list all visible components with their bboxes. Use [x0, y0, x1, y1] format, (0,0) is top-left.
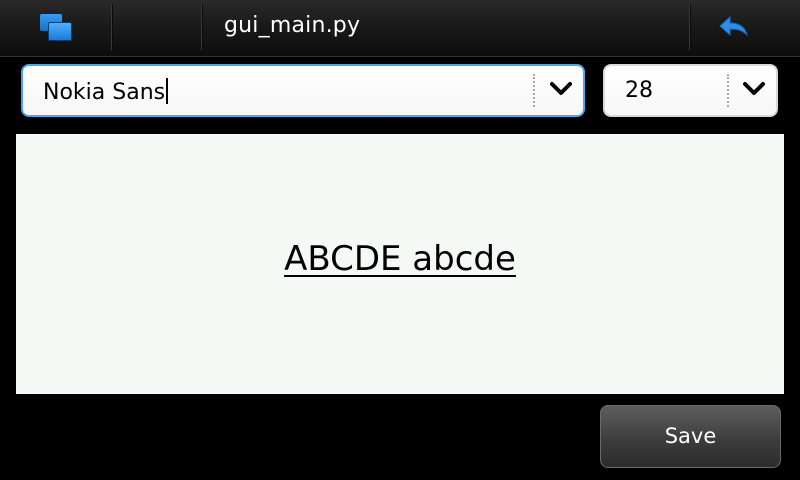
title-separator — [111, 4, 112, 50]
back-arrow-icon — [719, 15, 748, 37]
font-family-value: Nokia Sans — [43, 80, 166, 105]
chevron-down-icon[interactable] — [742, 80, 766, 98]
title-bar: gui_main.py — [0, 0, 800, 57]
text-cursor — [166, 78, 169, 104]
font-size-combo[interactable]: 28 — [603, 64, 778, 117]
screen: gui_main.py Nokia Sans 28 ABCDE abcde Sa… — [0, 0, 800, 480]
combo-separator — [727, 74, 729, 107]
preview-text: ABCDE abcde — [284, 239, 516, 279]
font-family-combo[interactable]: Nokia Sans — [21, 64, 585, 117]
app-title: gui_main.py — [224, 13, 361, 38]
combo-separator — [533, 74, 535, 107]
font-preview-area: ABCDE abcde — [16, 134, 784, 394]
font-size-value: 28 — [625, 78, 653, 103]
title-separator — [201, 4, 202, 50]
chevron-down-icon[interactable] — [549, 80, 573, 98]
task-switcher-button[interactable] — [0, 0, 111, 54]
back-button[interactable] — [690, 0, 800, 54]
save-button[interactable]: Save — [600, 405, 781, 468]
